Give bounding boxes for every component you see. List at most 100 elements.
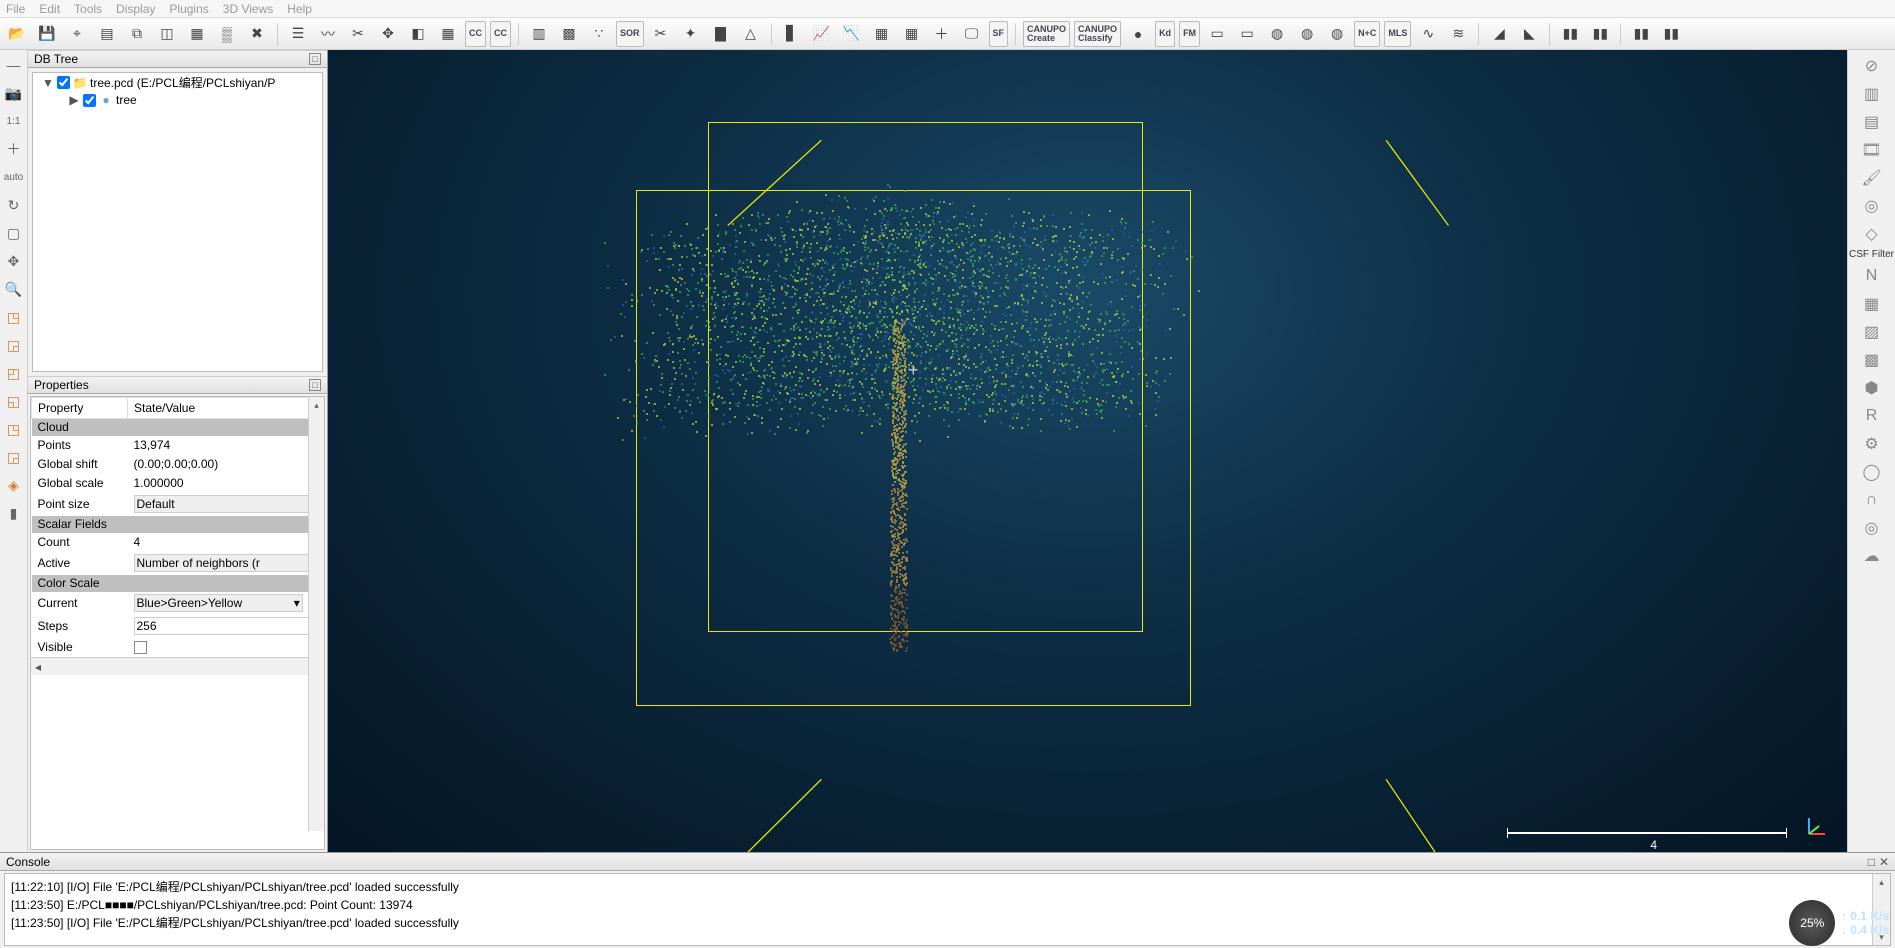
fm-icon[interactable]: FM (1179, 21, 1200, 47)
open-icon[interactable]: 📂 (4, 21, 30, 47)
3d-viewport[interactable]: + 4 (328, 50, 1847, 852)
brush-icon[interactable]: 🖌 (1856, 166, 1888, 190)
hpr-icon[interactable]: ▦ (1856, 292, 1888, 316)
camera-icon[interactable]: 📷 (3, 82, 25, 104)
point-list-icon[interactable]: ☰ (285, 21, 311, 47)
noise-icon[interactable]: ∵ (586, 21, 612, 47)
tree-child-row[interactable]: ▶ ● tree (33, 92, 322, 108)
cc-icon[interactable]: CC (465, 21, 486, 47)
cube-bottom-icon[interactable]: ◲ (3, 334, 25, 356)
properties-hscroll[interactable]: ◂▸ (31, 657, 324, 675)
ring-icon[interactable]: ◯ (1856, 460, 1888, 484)
rgb-icon[interactable]: ▦ (184, 21, 210, 47)
cc2-icon[interactable]: CC (490, 21, 511, 47)
menu-display[interactable]: Display (116, 2, 155, 16)
console-controls[interactable]: □✕ (1868, 855, 1889, 869)
globe4-icon[interactable]: ◍ (1324, 21, 1350, 47)
expand-arrow-icon[interactable]: ▼ (41, 76, 55, 90)
cloud1-icon[interactable]: ◢ (1486, 21, 1512, 47)
move-icon[interactable]: ✥ (3, 250, 25, 272)
properties-vscroll[interactable]: ▴ (308, 397, 324, 831)
mls-icon[interactable]: MLS (1384, 21, 1411, 47)
trace-icon[interactable]: 〰 (315, 21, 341, 47)
n-icon[interactable]: N (1856, 264, 1888, 288)
child-visibility-checkbox[interactable] (83, 94, 96, 107)
properties-pin-icon[interactable]: □ (309, 379, 321, 391)
subsample-icon[interactable]: ▒ (214, 21, 240, 47)
auto-icon[interactable]: auto (3, 166, 25, 188)
rasterize-icon[interactable]: ▦ (435, 21, 461, 47)
cube-right-icon[interactable]: ◱ (3, 390, 25, 412)
sor-icon[interactable]: SOR (616, 21, 644, 47)
colorblock-icon[interactable]: ▇ (708, 21, 734, 47)
steps-spinbox[interactable]: 256▴▾ (134, 617, 318, 635)
globe3-icon[interactable]: ◍ (1294, 21, 1320, 47)
curve2-icon[interactable]: ≋ (1445, 21, 1471, 47)
cloud2-icon[interactable]: ◣ (1516, 21, 1542, 47)
normals-icon[interactable]: △ (738, 21, 764, 47)
clone-icon[interactable]: ⧉ (124, 21, 150, 47)
tree-root-row[interactable]: ▼ 📁 tree.pcd (E:/PCL编程/PCLshiyan/P (33, 73, 322, 92)
section-icon[interactable]: ◧ (405, 21, 431, 47)
target-icon[interactable]: ◎ (1856, 516, 1888, 540)
color-scale-combo[interactable]: Blue>Green>Yellow▾ (134, 594, 303, 612)
globe1-icon[interactable]: ● (1125, 21, 1151, 47)
pcv-icon[interactable]: ▩ (1856, 348, 1888, 372)
visible-checkbox[interactable] (134, 641, 147, 654)
stat1-icon[interactable]: 📈 (809, 21, 835, 47)
grid1-icon[interactable]: ▦ (869, 21, 895, 47)
cube-iso-icon[interactable]: ◈ (3, 474, 25, 496)
sfon-icon[interactable]: ▥ (1856, 82, 1888, 106)
histogram-icon[interactable]: ▋ (779, 21, 805, 47)
root-visibility-checkbox[interactable] (57, 76, 70, 89)
console-body[interactable]: [11:22:10] [I/O] File 'E:/PCL编程/PCLshiya… (4, 873, 1891, 946)
books1-icon[interactable]: ▮▮ (1557, 21, 1583, 47)
menu-file[interactable]: File (6, 2, 25, 16)
dbtree-pin-icon[interactable]: □ (309, 53, 321, 65)
wire-icon[interactable]: ▢ (3, 222, 25, 244)
sf-icon[interactable]: SF (989, 21, 1009, 47)
shield-icon[interactable]: ◇ (1856, 222, 1888, 246)
cube-back-icon[interactable]: ◲ (3, 446, 25, 468)
canupo-classify-icon[interactable]: CANUPO Classify (1074, 21, 1121, 47)
curve1-icon[interactable]: ∿ (1415, 21, 1441, 47)
menu-help[interactable]: Help (287, 2, 312, 16)
books4-icon[interactable]: ▮▮ (1658, 21, 1684, 47)
cube-top-icon[interactable]: ◳ (3, 306, 25, 328)
ransac-icon[interactable]: R (1856, 404, 1888, 428)
segment-icon[interactable]: ✂ (345, 21, 371, 47)
menu-plugins[interactable]: Plugins (169, 2, 208, 16)
pick-icon[interactable]: ⌖ (64, 21, 90, 47)
books3-icon[interactable]: ▮▮ (1628, 21, 1654, 47)
nc-icon[interactable]: N+C (1354, 21, 1380, 47)
delete-icon[interactable]: ✖ (244, 21, 270, 47)
hex-icon[interactable]: ⬢ (1856, 376, 1888, 400)
horseshoe-icon[interactable]: ∩ (1856, 488, 1888, 512)
checker-icon[interactable]: ▩ (556, 21, 582, 47)
csv-icon[interactable]: ▭ (1234, 21, 1260, 47)
menu-edit[interactable]: Edit (39, 2, 60, 16)
cube-front-icon[interactable]: ◳ (3, 418, 25, 440)
translate-icon[interactable]: ✥ (375, 21, 401, 47)
rotate-icon[interactable]: ↻ (3, 194, 25, 216)
menu-3dviews[interactable]: 3D Views (223, 2, 273, 16)
shp-icon[interactable]: ▭ (1204, 21, 1230, 47)
zoom-icon[interactable]: 🔍 (3, 278, 25, 300)
film-icon[interactable]: 🎞 (1856, 138, 1888, 162)
globe2-icon[interactable]: ◍ (1264, 21, 1290, 47)
kd-icon[interactable]: Kd (1155, 21, 1175, 47)
sfoff-icon[interactable]: ▤ (1856, 110, 1888, 134)
grid2-icon[interactable]: ▦ (899, 21, 925, 47)
levels-icon[interactable]: ▤ (94, 21, 120, 47)
cloudup-icon[interactable]: ☁ (1856, 544, 1888, 568)
add-icon[interactable]: ＋ (929, 21, 955, 47)
books2-icon[interactable]: ▮▮ (1587, 21, 1613, 47)
expand-arrow-icon[interactable]: ▶ (67, 93, 81, 107)
canupo-train-icon[interactable]: CANUPO Create (1023, 21, 1070, 47)
active-sf-combo[interactable]: Number of neighbors (r▾ (134, 554, 318, 572)
compass-icon[interactable]: ◎ (1856, 194, 1888, 218)
colorize-icon[interactable]: ▥ (526, 21, 552, 47)
db-tree[interactable]: ▼ 📁 tree.pcd (E:/PCL编程/PCLshiyan/P ▶ ● t… (32, 72, 323, 372)
screen-icon[interactable]: 🖵 (959, 21, 985, 47)
menu-tools[interactable]: Tools (74, 2, 102, 16)
